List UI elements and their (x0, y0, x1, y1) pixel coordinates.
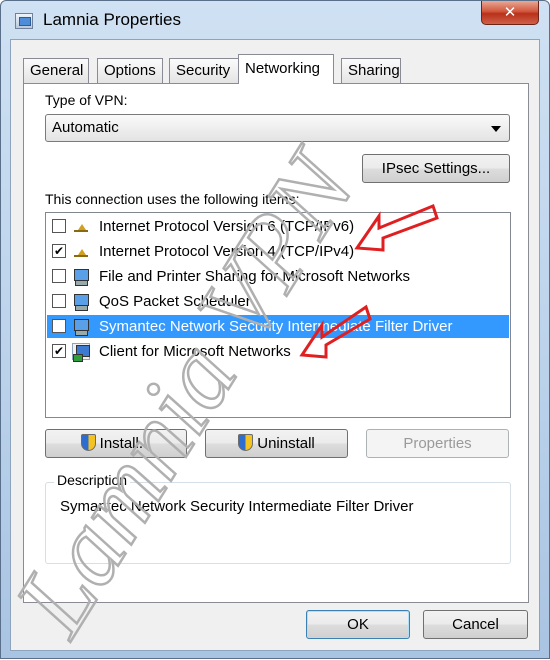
network-connection-icon (15, 13, 33, 29)
install-button[interactable]: Install... (45, 429, 187, 458)
symantec-filter-checkbox[interactable] (52, 319, 66, 333)
ipv6-checkbox[interactable] (52, 219, 66, 233)
shield-icon (80, 434, 96, 451)
tab-general[interactable]: General (23, 58, 89, 83)
properties-button[interactable]: Properties (366, 429, 509, 458)
properties-window: Lamnia Properties ✕ General Options Secu… (0, 0, 550, 659)
protocol-icon (72, 243, 90, 260)
list-item-label: Symantec Network Security Intermediate F… (99, 318, 453, 335)
computer-icon (72, 318, 90, 336)
qos-checkbox[interactable] (52, 294, 66, 308)
client-icon (72, 343, 90, 362)
list-item-client-ms-networks[interactable]: ✔ Client for Microsoft Networks (47, 340, 509, 363)
list-item-label: Internet Protocol Version 4 (TCP/IPv4) (99, 243, 355, 260)
tab-networking[interactable]: Networking (238, 54, 334, 84)
description-title: Description (54, 472, 131, 488)
title-bar[interactable]: Lamnia Properties ✕ (1, 1, 549, 41)
install-button-label: Install... (99, 435, 152, 452)
annotation-arrow-icon (299, 304, 372, 359)
tab-sharing[interactable]: Sharing (341, 58, 401, 83)
list-item-label: File and Printer Sharing for Microsoft N… (99, 268, 410, 285)
list-item-label: Client for Microsoft Networks (99, 343, 291, 360)
uninstall-button-label: Uninstall (257, 435, 315, 452)
computer-icon (72, 268, 90, 286)
close-button[interactable]: ✕ (481, 1, 539, 25)
ipv4-checkbox[interactable]: ✔ (52, 244, 66, 258)
vpn-type-dropdown[interactable]: Automatic (45, 114, 510, 142)
file-printer-sharing-checkbox[interactable] (52, 269, 66, 283)
computer-icon (72, 293, 90, 311)
items-list[interactable]: Internet Protocol Version 6 (TCP/IPv6) ✔… (45, 212, 511, 418)
list-item-label: Internet Protocol Version 6 (TCP/IPv6) (99, 218, 355, 235)
ipsec-settings-button[interactable]: IPsec Settings... (362, 154, 510, 183)
vpn-type-value: Automatic (52, 119, 119, 136)
dialog-client-area: General Options Security Networking Shar… (10, 39, 540, 651)
items-label: This connection uses the following items… (45, 191, 300, 207)
description-text: Symantec Network Security Intermediate F… (60, 498, 414, 515)
list-item-qos[interactable]: QoS Packet Scheduler (47, 290, 509, 313)
annotation-arrow-icon (354, 204, 439, 252)
networking-tab-panel: Type of VPN: Automatic IPsec Settings...… (23, 83, 529, 603)
client-ms-networks-checkbox[interactable]: ✔ (52, 344, 66, 358)
window-title: Lamnia Properties (43, 10, 181, 29)
uninstall-button[interactable]: Uninstall (205, 429, 348, 458)
description-group (45, 482, 511, 564)
list-item-label: QoS Packet Scheduler (99, 293, 251, 310)
vpn-type-label: Type of VPN: (45, 92, 128, 108)
list-item-symantec-filter[interactable]: Symantec Network Security Intermediate F… (47, 315, 509, 338)
tab-options[interactable]: Options (97, 58, 163, 83)
tab-security[interactable]: Security (169, 58, 239, 83)
chevron-down-icon (491, 126, 501, 132)
cancel-button[interactable]: Cancel (423, 610, 528, 639)
shield-icon (238, 434, 254, 451)
protocol-icon (72, 218, 90, 235)
list-item-file-printer-sharing[interactable]: File and Printer Sharing for Microsoft N… (47, 265, 509, 288)
ok-button[interactable]: OK (306, 610, 410, 639)
